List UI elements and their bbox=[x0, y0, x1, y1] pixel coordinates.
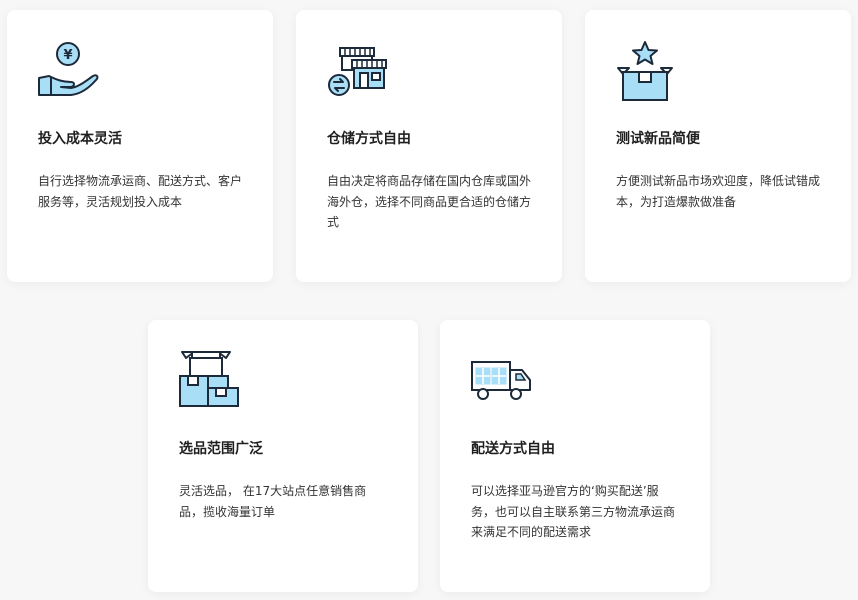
feature-description: 自由决定将商品存储在国内仓库或国外海外仓，选择不同商品更合适的仓储方式 bbox=[327, 174, 532, 229]
feature-description: 灵活选品， 在17大站点任意销售商品，揽收海量订单 bbox=[179, 484, 367, 519]
delivery-truck-icon bbox=[471, 361, 531, 400]
feature-title: 仓储方式自由 bbox=[327, 131, 411, 147]
feature-description: 自行选择物流承运商、配送方式、客户服务等，灵活规划投入成本 bbox=[38, 174, 243, 209]
feature-title: 投入成本灵活 bbox=[38, 131, 122, 147]
warehouse-exchange-icon bbox=[328, 47, 387, 96]
feature-card-delivery: 配送方式自由 可以选择亚马逊官方的‘购买配送’服务，也可以自主联系第三方物流承运… bbox=[440, 320, 710, 592]
hand-coin-icon: ¥ bbox=[38, 42, 99, 96]
feature-description: 方便测试新品市场欢迎度，降低试错成本，为打造爆款做准备 bbox=[616, 174, 821, 209]
feature-title: 配送方式自由 bbox=[471, 441, 555, 457]
boxes-icon bbox=[179, 351, 239, 407]
feature-card-flexible-cost: ¥ 投入成本灵活 自行选择物流承运商、配送方式、客户服务等，灵活规划投入成本 bbox=[7, 10, 273, 282]
feature-card-product-range: 选品范围广泛 灵活选品， 在17大站点任意销售商品，揽收海量订单 bbox=[148, 320, 418, 592]
feature-card-test-products: 测试新品简便 方便测试新品市场欢迎度，降低试错成本，为打造爆款做准备 bbox=[585, 10, 851, 282]
star-box-icon bbox=[617, 41, 673, 101]
feature-title: 测试新品简便 bbox=[616, 131, 700, 147]
feature-card-storage: 仓储方式自由 自由决定将商品存储在国内仓库或国外海外仓，选择不同商品更合适的仓储… bbox=[296, 10, 562, 282]
yen-symbol: ¥ bbox=[63, 48, 72, 63]
feature-description: 可以选择亚马逊官方的‘购买配送’服务，也可以自主联系第三方物流承运商来满足不同的… bbox=[471, 484, 676, 539]
feature-title: 选品范围广泛 bbox=[179, 441, 263, 457]
